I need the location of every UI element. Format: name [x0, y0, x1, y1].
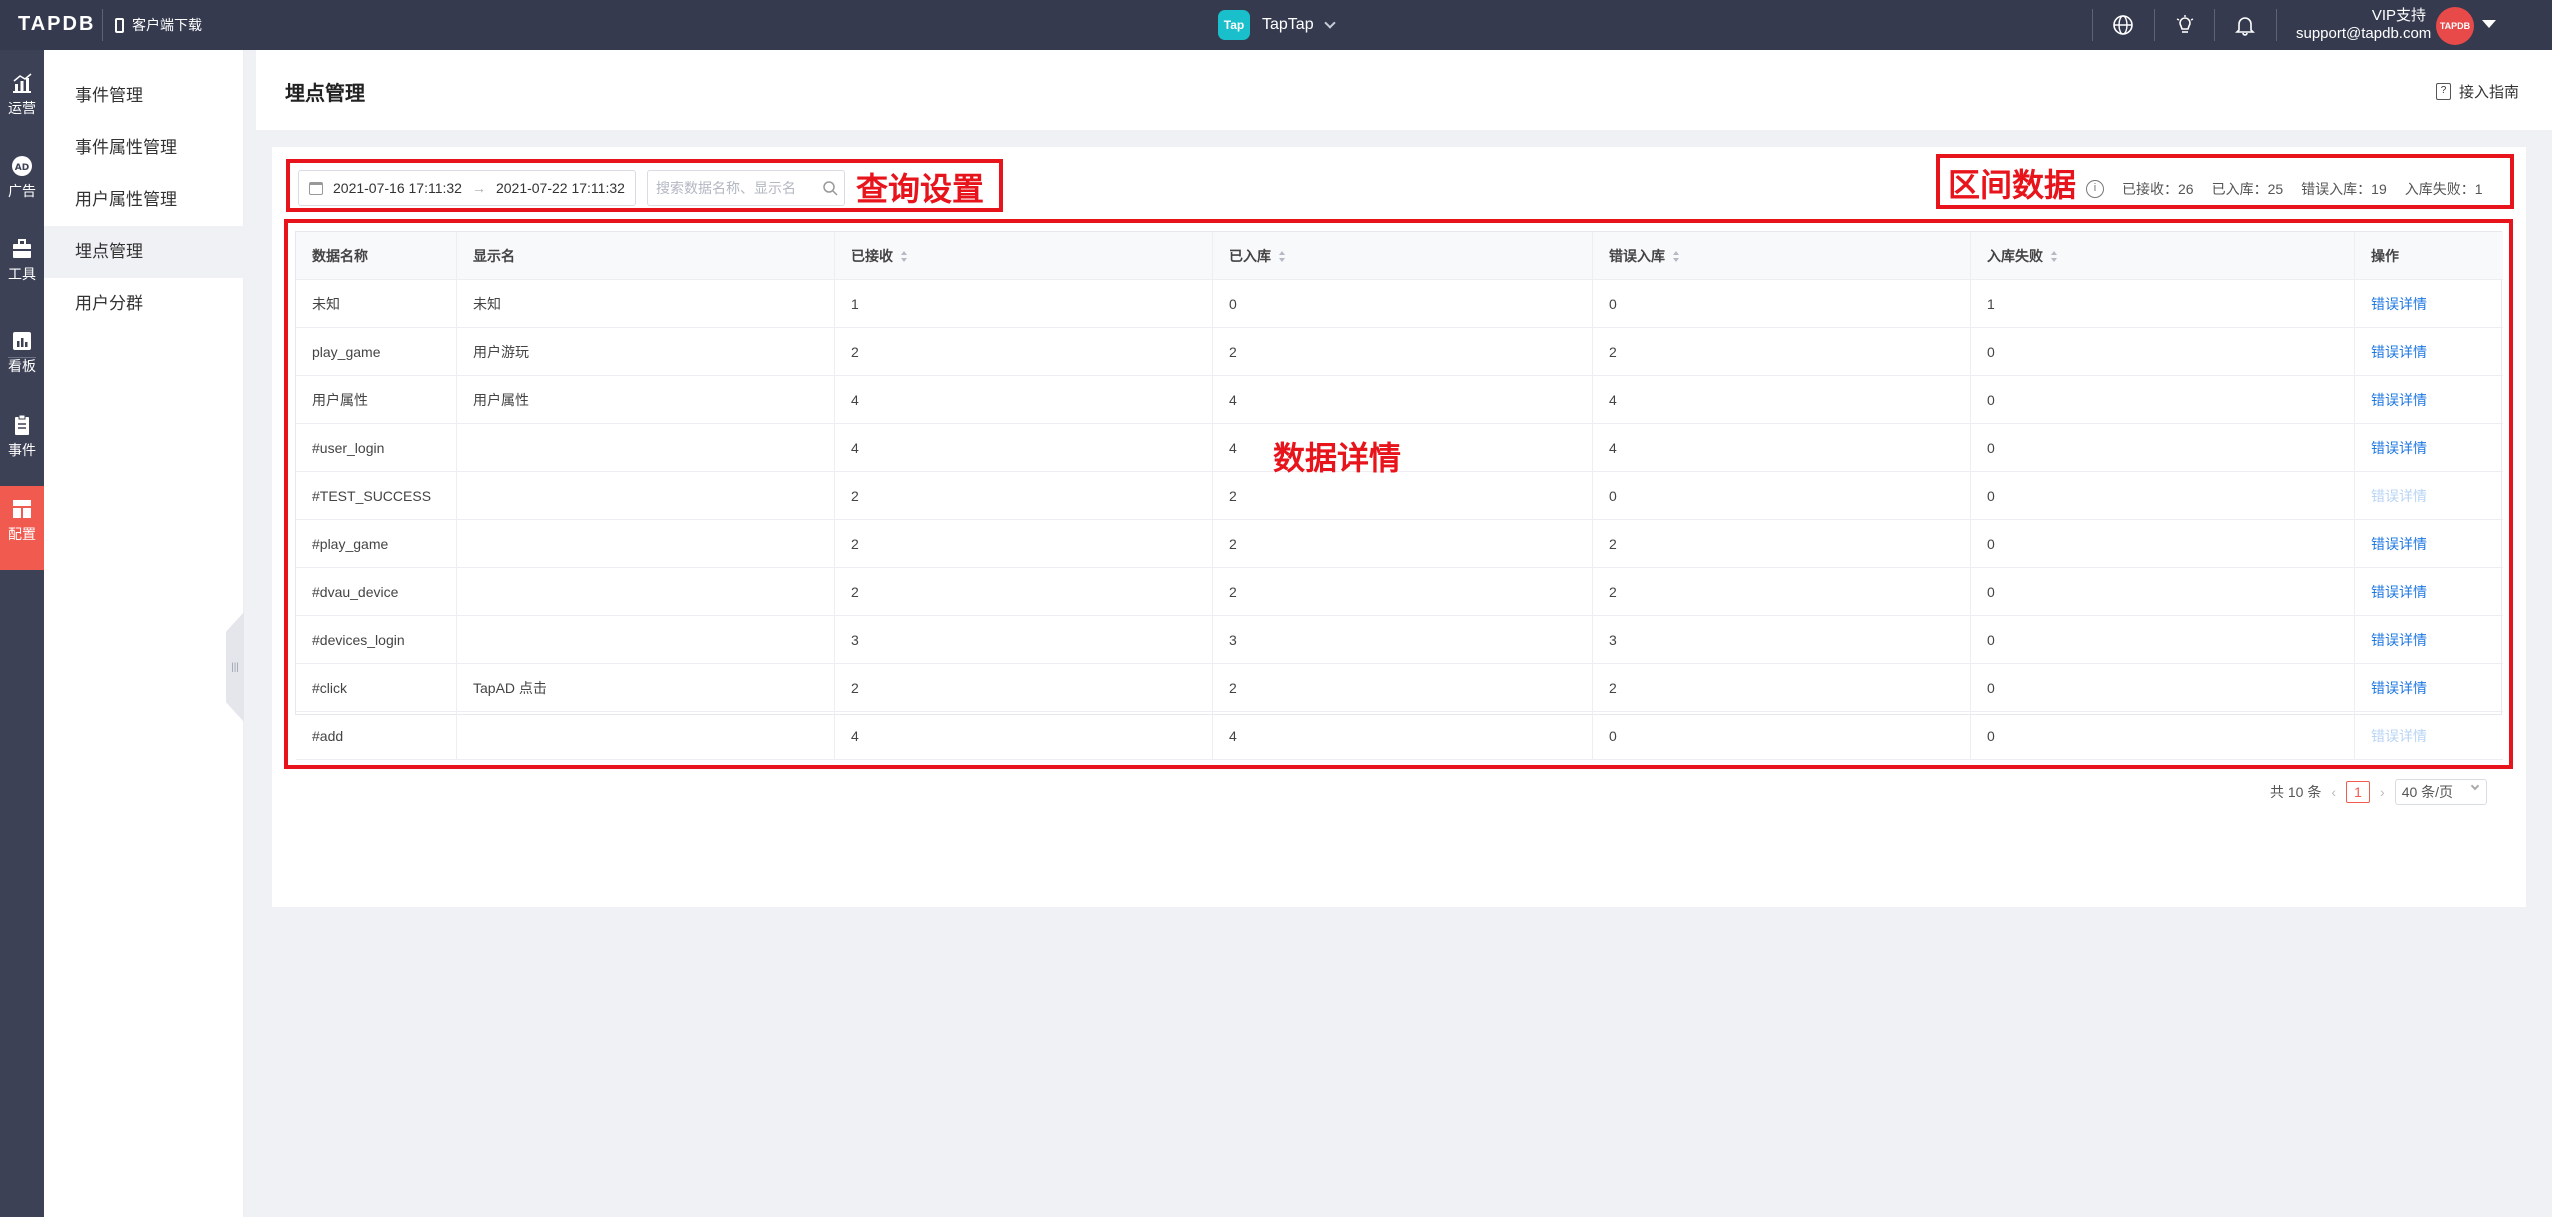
client-download-label: 客户端下载: [132, 17, 202, 33]
chevron-down-icon: [2470, 781, 2479, 791]
nav-item-dashboard[interactable]: 看板: [0, 318, 44, 402]
page-title: 埋点管理: [285, 83, 365, 105]
nav-label: 广告: [8, 183, 36, 199]
nav-item-operations[interactable]: 运营: [0, 60, 44, 144]
divider: [2092, 9, 2093, 41]
range-data-annotation: 区间数据: [1948, 167, 2077, 203]
nav-label: 配置: [8, 526, 36, 542]
stat-stored: 已入库：25: [2211, 181, 2284, 197]
nav-item-ads[interactable]: AD 广告: [0, 143, 44, 227]
divider: [2276, 9, 2277, 41]
ad-icon: AD: [12, 156, 32, 176]
nav-label: 看板: [8, 358, 36, 374]
nav-item-events[interactable]: 事件: [0, 402, 44, 486]
support-email: support@tapdb.com: [2296, 25, 2432, 42]
divider: [2154, 9, 2155, 41]
chart-icon: [13, 73, 32, 93]
bell-icon[interactable]: [2234, 14, 2256, 36]
subnav-item-user-segments[interactable]: 用户分群: [44, 278, 244, 330]
subnav-item-user-property-management[interactable]: 用户属性管理: [44, 174, 244, 226]
tapdb-logo[interactable]: TAPDB: [18, 13, 95, 36]
data-detail-annotation-box: [284, 219, 2513, 769]
nav-label: 运营: [8, 100, 36, 116]
query-settings-annotation: 查询设置: [856, 171, 985, 207]
question-doc-icon: ?: [2435, 83, 2451, 100]
sub-nav: 事件管理 事件属性管理 用户属性管理 埋点管理 用户分群: [44, 50, 244, 1217]
total-count: 共 10 条: [2270, 784, 2322, 800]
divider: [2214, 9, 2215, 41]
info-icon[interactable]: i: [2086, 180, 2104, 198]
stat-error: 错误入库：19: [2301, 181, 2387, 197]
top-bar: TAPDB 客户端下载 Tap TapTap VIP支持 support@tap…: [0, 0, 2552, 50]
stat-failed: 入库失败：1: [2404, 181, 2483, 197]
clipboard-icon: [15, 414, 29, 435]
subnav-item-event-property-management[interactable]: 事件属性管理: [44, 122, 244, 174]
divider: [102, 9, 103, 41]
nav-item-tools[interactable]: 工具: [0, 226, 44, 310]
layout-icon: [13, 500, 31, 518]
client-download-link[interactable]: 客户端下载: [115, 15, 202, 35]
vip-support-label: VIP支持: [2371, 7, 2426, 24]
globe-icon[interactable]: [2112, 14, 2134, 36]
dashboard-icon: [13, 332, 31, 350]
integration-guide-link[interactable]: ? 接入指南: [2435, 81, 2519, 102]
toolbox-icon: [13, 239, 31, 258]
integration-guide-label: 接入指南: [2458, 84, 2519, 101]
nav-label: 事件: [8, 442, 36, 458]
chevron-down-icon: [1323, 17, 1336, 29]
nav-label: 工具: [8, 266, 36, 282]
taptap-logo-icon: Tap: [1218, 10, 1250, 40]
page-header: 埋点管理 ? 接入指南: [256, 50, 2552, 130]
subnav-item-event-management[interactable]: 事件管理: [44, 70, 244, 122]
app-name: TapTap: [1262, 16, 1314, 33]
page-size-value: 40 条/页: [2401, 784, 2454, 800]
page-1-button[interactable]: 1: [2346, 781, 2371, 803]
range-stats: i 已接收：26 已入库：25 错误入库：19 入库失败：1: [2086, 179, 2483, 199]
avatar[interactable]: TAPDB: [2436, 7, 2474, 45]
caret-down-icon[interactable]: [2482, 20, 2496, 28]
lightbulb-icon[interactable]: [2174, 14, 2196, 36]
data-detail-annotation: 数据详情: [1273, 440, 1402, 476]
stat-received: 已接收：26: [2122, 181, 2194, 197]
subnav-item-tracking-management[interactable]: 埋点管理: [44, 226, 244, 278]
svg-text:AD: AD: [15, 163, 29, 173]
prev-page-button[interactable]: ‹: [2331, 784, 2336, 800]
next-page-button[interactable]: ›: [2380, 784, 2385, 800]
pagination: 共 10 条 ‹ 1 › 40 条/页: [2270, 779, 2487, 805]
nav-item-config[interactable]: 配置: [0, 486, 44, 570]
user-info[interactable]: VIP支持 support@tapdb.com: [2296, 7, 2432, 43]
phone-icon: [115, 17, 124, 33]
left-icon-nav: 运营 AD 广告 工具 看板 事件 配置: [0, 50, 44, 1217]
page-size-select[interactable]: 40 条/页: [2394, 779, 2487, 805]
app-switcher[interactable]: Tap TapTap: [1218, 10, 1336, 40]
